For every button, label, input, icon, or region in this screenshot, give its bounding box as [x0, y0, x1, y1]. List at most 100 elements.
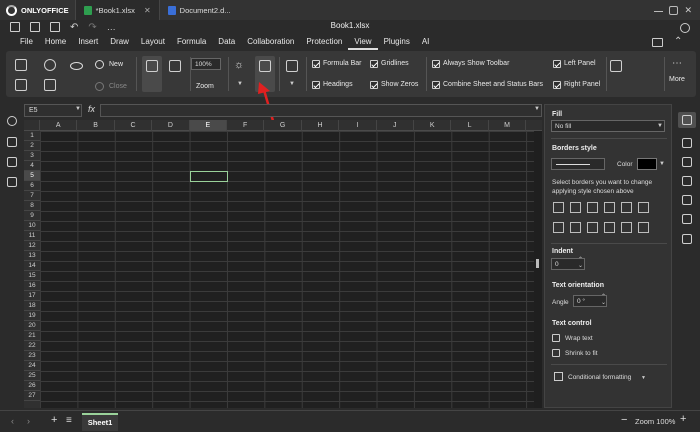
- formula-input[interactable]: [100, 104, 542, 117]
- column-header[interactable]: C: [115, 120, 153, 131]
- column-header[interactable]: K: [414, 120, 452, 131]
- row-header[interactable]: 17: [24, 291, 40, 301]
- menu-view[interactable]: View: [348, 34, 378, 50]
- text-art-icon[interactable]: [682, 214, 692, 224]
- border-all-icon[interactable]: [553, 202, 564, 213]
- toolbar-position-dropdown-icon[interactable]: ▼: [289, 81, 295, 87]
- spellcheck-icon[interactable]: [7, 157, 17, 167]
- fill-dropdown-icon[interactable]: ▼: [657, 123, 663, 129]
- freeze-icon[interactable]: [44, 59, 56, 71]
- row-header[interactable]: 20: [24, 321, 40, 331]
- macros-icon[interactable]: [610, 60, 622, 72]
- menu-formula[interactable]: Formula: [171, 34, 212, 50]
- row-header[interactable]: 16: [24, 281, 40, 291]
- menu-home[interactable]: Home: [39, 34, 72, 50]
- border-color-dropdown-icon[interactable]: ▼: [659, 161, 665, 167]
- menu-collaboration[interactable]: Collaboration: [241, 34, 300, 50]
- border-inner-horizontal-icon[interactable]: [621, 222, 632, 233]
- row-header[interactable]: 4: [24, 161, 40, 171]
- row-header[interactable]: 23: [24, 351, 40, 361]
- column-header[interactable]: G: [264, 120, 302, 131]
- show-zeros-checkbox[interactable]: [370, 81, 378, 89]
- border-right-icon[interactable]: [587, 222, 598, 233]
- shape-settings-icon[interactable]: [682, 176, 692, 186]
- column-header[interactable]: I: [339, 120, 377, 131]
- comments-icon[interactable]: [7, 137, 17, 147]
- column-header[interactable]: F: [227, 120, 265, 131]
- menu-file[interactable]: File: [14, 34, 39, 50]
- row-header[interactable]: 24: [24, 361, 40, 371]
- headings-checkbox[interactable]: [312, 81, 320, 89]
- column-header[interactable]: B: [77, 120, 115, 131]
- maximize-icon[interactable]: [669, 5, 679, 15]
- freeze-panes-icon[interactable]: [44, 79, 56, 91]
- indent-stepper-icon[interactable]: ⌃ ⌄: [578, 257, 583, 269]
- column-header[interactable]: E: [189, 120, 227, 131]
- spreadsheet-grid[interactable]: ABCDEFGHIJKLM 1 2 3 4 5 6 7 8 9 10 11 12 13 14 15 16 17 1…: [24, 120, 542, 408]
- row-header[interactable]: 25: [24, 371, 40, 381]
- search-icon[interactable]: [7, 116, 17, 126]
- row-header[interactable]: 11: [24, 231, 40, 241]
- menu-draw[interactable]: Draw: [104, 34, 135, 50]
- shrink-to-fit-checkbox[interactable]: [552, 349, 560, 357]
- row-header[interactable]: 18: [24, 301, 40, 311]
- scroll-thumb[interactable]: [536, 259, 539, 268]
- name-box[interactable]: E5: [24, 104, 82, 117]
- user-icon[interactable]: [680, 23, 690, 33]
- sheet-view-icon[interactable]: [15, 59, 27, 71]
- row-header[interactable]: 5: [24, 171, 40, 181]
- open-file-location-icon[interactable]: [652, 38, 663, 47]
- formula-bar-checkbox[interactable]: [312, 60, 320, 68]
- feedback-icon[interactable]: [7, 177, 17, 187]
- row-header[interactable]: 22: [24, 341, 40, 351]
- tab-book1[interactable]: *Book1.xlsx ✕: [74, 0, 159, 20]
- image-settings-icon[interactable]: [682, 157, 692, 167]
- column-header[interactable]: L: [451, 120, 489, 131]
- toolbar-position-icon[interactable]: [286, 60, 298, 72]
- border-inner-icon[interactable]: [587, 202, 598, 213]
- cells-area[interactable]: [40, 131, 534, 408]
- page-break-view-icon[interactable]: [169, 60, 181, 72]
- row-header[interactable]: 13: [24, 251, 40, 261]
- left-panel-checkbox[interactable]: [553, 60, 561, 68]
- new-view-button[interactable]: New: [109, 61, 123, 68]
- pivot-settings-icon[interactable]: [682, 234, 692, 244]
- gridlines-checkbox[interactable]: [370, 60, 378, 68]
- row-header[interactable]: 2: [24, 141, 40, 151]
- right-panel-checkbox[interactable]: [553, 81, 561, 89]
- column-header[interactable]: A: [40, 120, 78, 131]
- column-header[interactable]: M: [489, 120, 527, 131]
- row-header[interactable]: 27: [24, 391, 40, 401]
- selected-cell[interactable]: [189, 171, 228, 182]
- table-settings-icon[interactable]: [682, 138, 692, 148]
- minimize-icon[interactable]: [654, 10, 664, 12]
- border-bottom-icon[interactable]: [638, 222, 649, 233]
- row-header[interactable]: 15: [24, 271, 40, 281]
- row-header[interactable]: 8: [24, 201, 40, 211]
- row-header[interactable]: 14: [24, 261, 40, 271]
- zoom-in-icon[interactable]: +: [680, 413, 686, 425]
- border-color-swatch[interactable]: [637, 158, 657, 170]
- row-header[interactable]: 9: [24, 211, 40, 221]
- border-top-icon[interactable]: [604, 222, 615, 233]
- row-header[interactable]: 21: [24, 331, 40, 341]
- scroll-last-sheet-icon[interactable]: ›: [27, 416, 30, 426]
- column-header[interactable]: J: [377, 120, 414, 131]
- interface-theme-icon[interactable]: ☼: [234, 59, 244, 71]
- border-diag-up-icon[interactable]: [638, 202, 649, 213]
- sheet-view-dropdown-icon[interactable]: [15, 79, 27, 91]
- menu-ai[interactable]: AI: [416, 34, 436, 50]
- sheet-tab[interactable]: Sheet1: [82, 413, 118, 431]
- select-all-corner[interactable]: [24, 120, 40, 131]
- column-header[interactable]: H: [302, 120, 340, 131]
- close-window-icon[interactable]: ✕: [684, 5, 692, 15]
- menu-layout[interactable]: Layout: [135, 34, 171, 50]
- combine-bars-checkbox[interactable]: [432, 81, 440, 89]
- expand-formula-icon[interactable]: ▼: [534, 106, 540, 112]
- always-show-toolbar-checkbox[interactable]: [432, 60, 440, 68]
- conditional-formatting-button[interactable]: Conditional formatting: [568, 373, 631, 382]
- interface-theme-dropdown-icon[interactable]: ▼: [237, 81, 243, 87]
- border-outer-icon[interactable]: [604, 202, 615, 213]
- tab-document2[interactable]: Document2.d...: [158, 0, 243, 20]
- more-button[interactable]: More: [669, 76, 685, 83]
